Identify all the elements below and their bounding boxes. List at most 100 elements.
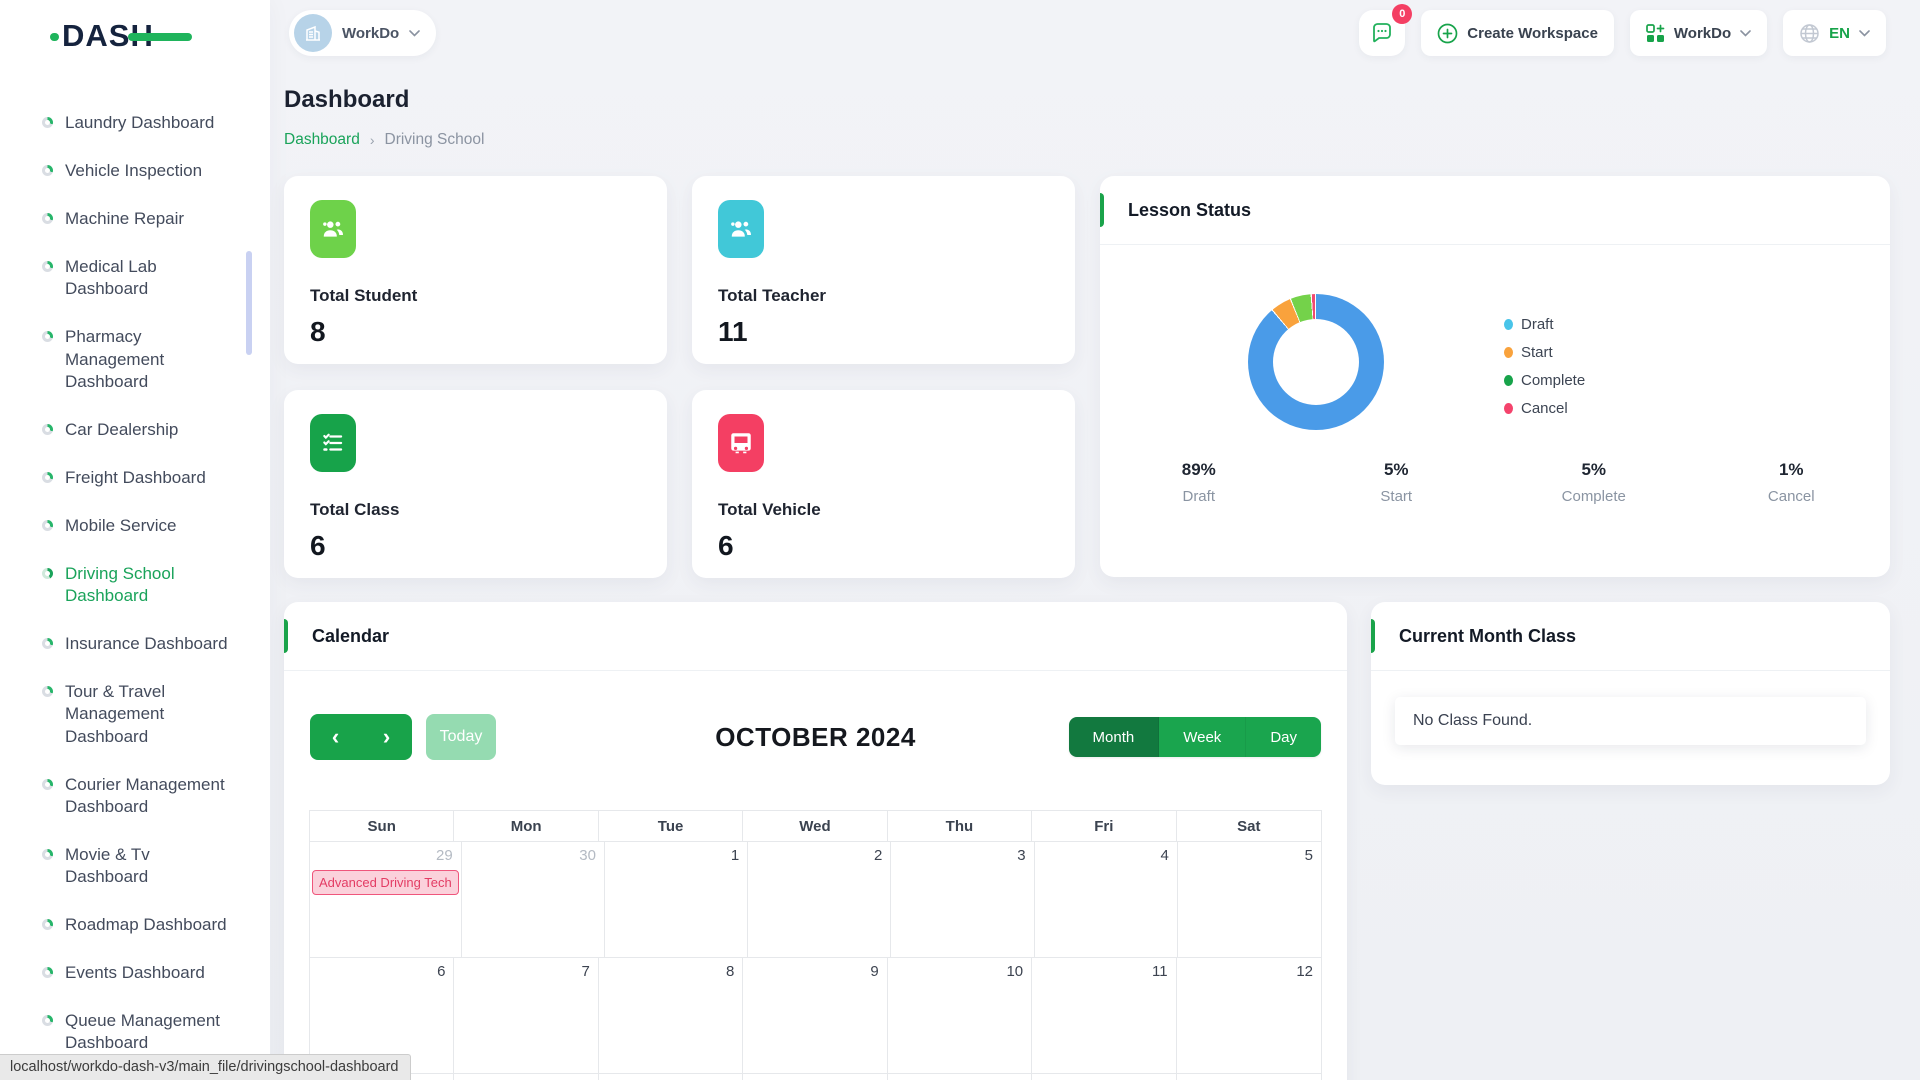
dashboard-bullet-icon — [42, 472, 53, 483]
sidebar-item-freight-dashboard[interactable]: Freight Dashboard — [0, 467, 270, 489]
legend-item-draft[interactable]: Draft — [1504, 316, 1585, 333]
legend-item-cancel[interactable]: Cancel — [1504, 400, 1585, 417]
messages-button[interactable]: 0 — [1359, 10, 1405, 56]
sidebar-item-queue-management-dashboard[interactable]: Queue Management Dashboard — [0, 1010, 270, 1054]
sidebar-item-pharmacy-management-dashboard[interactable]: Pharmacy Management Dashboard — [0, 326, 270, 392]
calendar-day-cell[interactable]: 14 — [454, 1074, 598, 1080]
dashboard-bullet-icon — [42, 568, 53, 579]
calendar-day-cell[interactable]: 2 — [748, 842, 891, 958]
dashboard-bullet-icon — [42, 638, 53, 649]
calendar-day-cell[interactable]: 9 — [743, 958, 887, 1074]
current-month-class-panel: Current Month Class No Class Found. — [1371, 602, 1890, 785]
calendar-day-cell[interactable]: 1 — [605, 842, 748, 958]
calendar-day-cell[interactable]: 30 — [462, 842, 605, 958]
legend-item-start[interactable]: Start — [1504, 344, 1585, 361]
calendar-title: Calendar — [312, 626, 389, 647]
sidebar-item-label: Pharmacy Management Dashboard — [65, 326, 236, 392]
dashboard-bullet-icon — [42, 686, 53, 697]
dashboard-bullet-icon — [42, 165, 53, 176]
sidebar-item-movie-tv-dashboard[interactable]: Movie & Tv Dashboard — [0, 844, 270, 888]
sidebar-item-insurance-dashboard[interactable]: Insurance Dashboard — [0, 633, 270, 655]
pct-label: Complete — [1495, 488, 1693, 505]
messages-count-badge: 0 — [1392, 4, 1412, 24]
calendar-day-cell[interactable]: 8 — [599, 958, 743, 1074]
sidebar-item-laundry-dashboard[interactable]: Laundry Dashboard — [0, 112, 270, 134]
sidebar-item-label: Events Dashboard — [65, 962, 205, 984]
sidebar-item-events-dashboard[interactable]: Events Dashboard — [0, 962, 270, 984]
sidebar-item-car-dealership[interactable]: Car Dealership — [0, 419, 270, 441]
calendar-day-cell[interactable]: 4 — [1035, 842, 1178, 958]
create-workspace-button[interactable]: Create Workspace — [1421, 10, 1614, 56]
sidebar-item-courier-management-dashboard[interactable]: Courier Management Dashboard — [0, 774, 270, 818]
lesson-status-percentages: 89%Draft5%Start5%Complete1%Cancel — [1100, 460, 1890, 505]
calendar-weekday-header: Fri — [1032, 811, 1176, 842]
dashboard-bullet-icon — [42, 520, 53, 531]
language-selector[interactable]: EN — [1783, 10, 1886, 56]
day-number: 19 — [1296, 1074, 1321, 1080]
current-month-class-title: Current Month Class — [1399, 626, 1576, 647]
legend-swatch-icon — [1504, 319, 1513, 330]
calendar-day-cell[interactable]: 15 — [599, 1074, 743, 1080]
logo-dash-icon — [128, 33, 192, 41]
pct-value: 5% — [1495, 460, 1693, 480]
sidebar-nav: Laundry Dashboard Vehicle Inspection Machi… — [0, 112, 270, 1080]
day-number: 8 — [726, 958, 742, 980]
legend-swatch-icon — [1504, 375, 1513, 386]
sidebar-item-label: Courier Management Dashboard — [65, 774, 236, 818]
current-month-class-header: Current Month Class — [1371, 602, 1890, 671]
calendar-day-cell[interactable]: 7 — [454, 958, 598, 1074]
calendar-day-cell[interactable]: 29Advanced Driving Tech — [310, 842, 462, 958]
sidebar-scrollbar-thumb[interactable] — [246, 251, 252, 355]
view-button-month[interactable]: Month — [1069, 717, 1160, 757]
calendar-view-switcher: MonthWeekDay — [1069, 717, 1321, 757]
stat-label: Total Class — [310, 500, 641, 520]
calendar-day-cell[interactable]: 3 — [891, 842, 1034, 958]
calendar-event[interactable]: Advanced Driving Tech — [312, 870, 459, 895]
sidebar-item-machine-repair[interactable]: Machine Repair — [0, 208, 270, 230]
workdo-menu-button[interactable]: WorkDo — [1630, 10, 1767, 56]
calendar-day-cell[interactable]: 10 — [888, 958, 1032, 1074]
pct-value: 5% — [1298, 460, 1496, 480]
calendar-day-cell[interactable]: 16 — [743, 1074, 887, 1080]
breadcrumb-dashboard-link[interactable]: Dashboard — [284, 131, 360, 149]
sidebar-item-driving-school-dashboard[interactable]: Driving School Dashboard — [0, 563, 270, 607]
legend-item-complete[interactable]: Complete — [1504, 372, 1585, 389]
calendar-panel: Calendar ‹ › Today OCTOBER 2024 MonthWee… — [284, 602, 1347, 1080]
legend-label: Start — [1521, 344, 1553, 361]
workspace-selector[interactable]: WorkDo — [289, 10, 436, 56]
sidebar-item-vehicle-inspection[interactable]: Vehicle Inspection — [0, 160, 270, 182]
class-checklist-icon — [310, 414, 356, 472]
sidebar: DASH Laundry Dashboard Vehicle Inspection… — [0, 0, 270, 1080]
sidebar-item-label: Insurance Dashboard — [65, 633, 228, 655]
view-button-day[interactable]: Day — [1246, 717, 1321, 757]
sidebar-item-label: Vehicle Inspection — [65, 160, 202, 182]
day-number: 5 — [1305, 842, 1321, 864]
sidebar-item-label: Laundry Dashboard — [65, 112, 214, 134]
day-number: 14 — [573, 1074, 598, 1080]
legend-swatch-icon — [1504, 403, 1513, 414]
sidebar-item-medical-lab-dashboard[interactable]: Medical Lab Dashboard — [0, 256, 270, 300]
dash-logo[interactable]: DASH — [62, 16, 202, 56]
sidebar-item-mobile-service[interactable]: Mobile Service — [0, 515, 270, 537]
calendar-day-cell[interactable]: 12 — [1177, 958, 1321, 1074]
building-icon — [303, 23, 323, 43]
calendar-day-cell[interactable]: 18 — [1032, 1074, 1176, 1080]
sidebar-item-roadmap-dashboard[interactable]: Roadmap Dashboard — [0, 914, 270, 936]
day-number: 2 — [874, 842, 890, 864]
day-number: 15 — [718, 1074, 743, 1080]
donut-hole — [1273, 319, 1359, 405]
sidebar-item-tour-travel-management-dashboard[interactable]: Tour & Travel Management Dashboard — [0, 681, 270, 747]
calendar-day-cell[interactable]: 17 — [888, 1074, 1032, 1080]
sidebar-item-label: Mobile Service — [65, 515, 177, 537]
chart-legend: Draft Start Complete Cancel — [1504, 316, 1585, 417]
view-button-week[interactable]: Week — [1159, 717, 1246, 757]
sidebar-item-label: Queue Management Dashboard — [65, 1010, 236, 1054]
calendar-header: Calendar — [284, 602, 1347, 671]
pct-label: Start — [1298, 488, 1496, 505]
pct-value: 89% — [1100, 460, 1298, 480]
calendar-day-cell[interactable]: 19 — [1177, 1074, 1321, 1080]
pct-label: Cancel — [1693, 488, 1891, 505]
create-workspace-label: Create Workspace — [1467, 25, 1598, 42]
calendar-day-cell[interactable]: 5 — [1178, 842, 1321, 958]
calendar-day-cell[interactable]: 11 — [1032, 958, 1176, 1074]
